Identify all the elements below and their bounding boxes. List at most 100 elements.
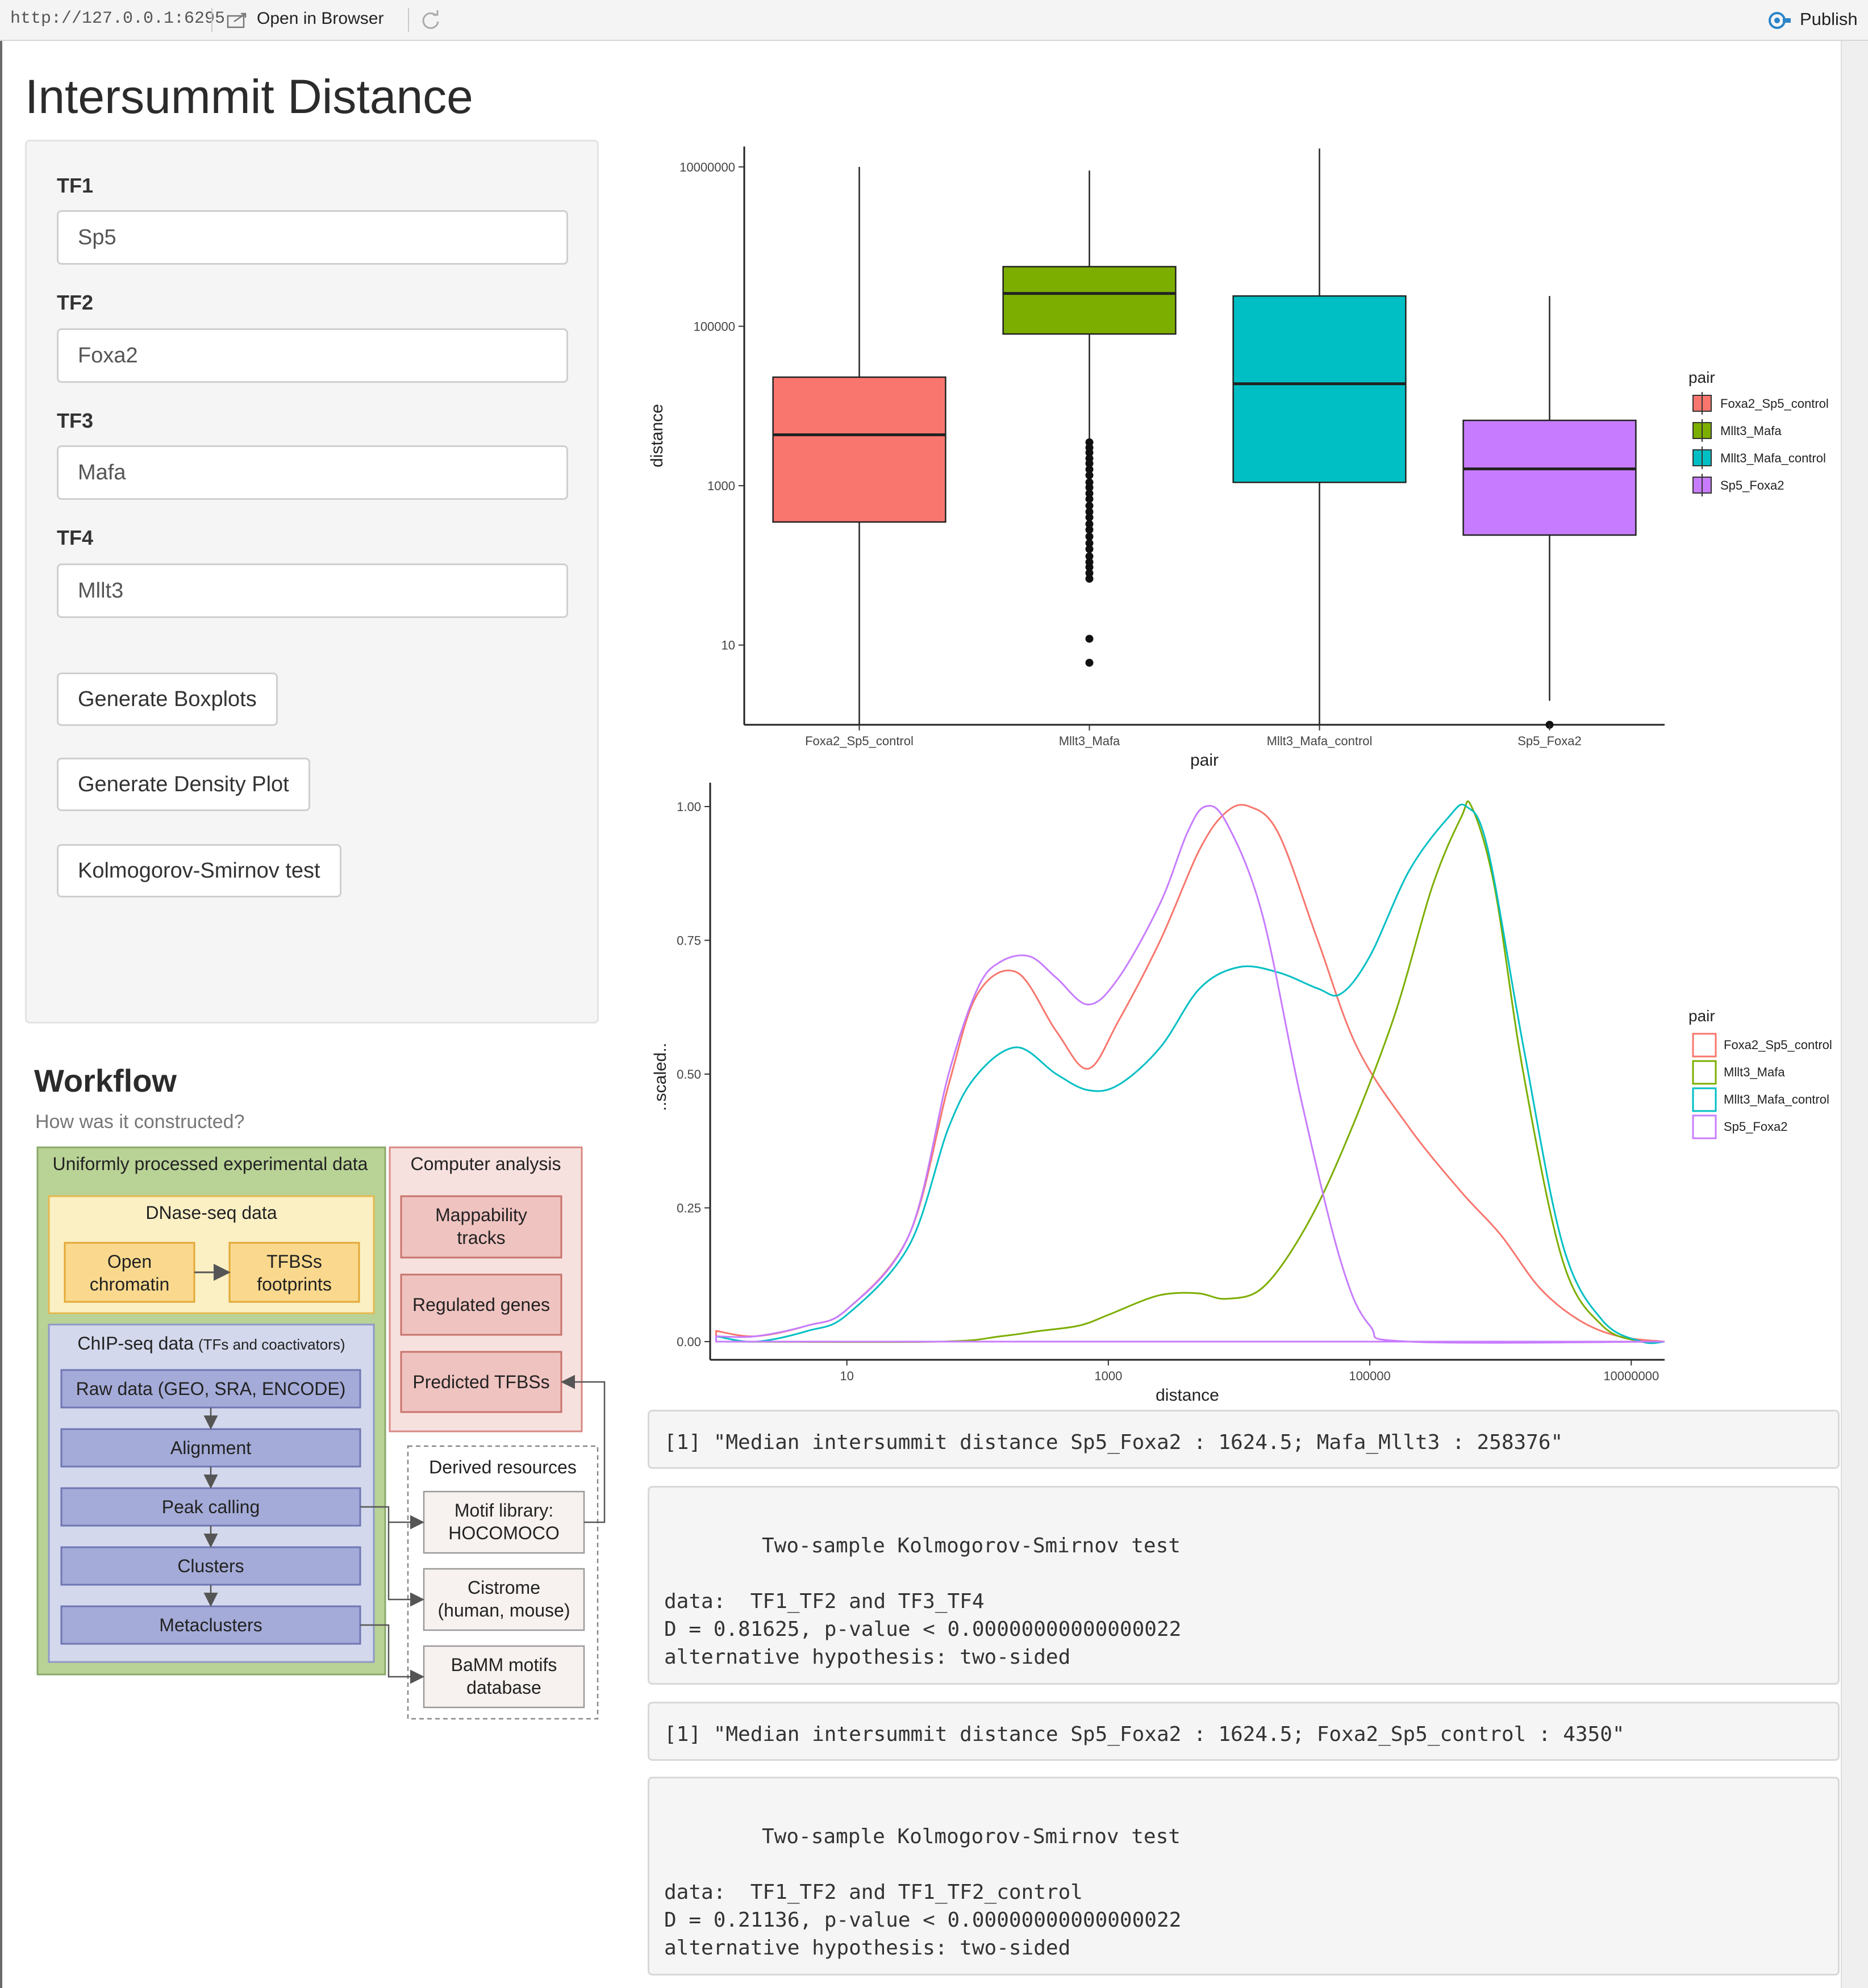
legend-key [1692,1033,1717,1058]
derived-resources-title: Derived resources [429,1457,577,1477]
y-axis-title: ..scaled.. [651,1043,670,1111]
cistrome-label: (human, mouse) [438,1600,570,1621]
url-display: http://127.0.0.1:6295 [10,9,226,28]
uniform-data-title: Uniformly processed experimental data [53,1154,368,1174]
mappability-label: tracks [457,1227,505,1248]
open-in-browser-button[interactable]: Open in Browser [257,9,383,28]
y-tick-label: 1.00 [677,800,701,814]
publish-button[interactable]: Publish [1800,9,1858,30]
open-chromatin-label: Open [107,1251,152,1272]
peak-calling-label: Peak calling [162,1497,260,1517]
outlier-point [1085,545,1094,553]
legend-title: pair [1688,369,1715,386]
workflow-subtitle: How was it constructed? [35,1111,245,1133]
y-tick-label: 10000000 [679,160,735,174]
median-output-1: [1] "Median intersummit distance Sp5_Fox… [648,1410,1840,1469]
dnase-title: DNase-seq data [145,1202,277,1223]
density-line-Sp5_Foxa2 [715,805,1665,1344]
outlier-point [1085,574,1094,583]
x-tick-label: Mllt3_Mafa_control [1267,734,1373,748]
density-line-Foxa2_Sp5_control [715,804,1665,1343]
x-tick-label: 10 [840,1369,853,1383]
ks-alt: alternative hypothesis: two-sided [664,1936,1071,1960]
tf3-label: TF3 [57,409,94,432]
x-tick-label: 10000000 [1603,1369,1659,1383]
y-tick-label: 10 [722,638,735,653]
ks-test-button[interactable]: Kolmogorov-Smirnov test [57,844,341,897]
cistrome-label: Cistrome [468,1577,540,1598]
page-title: Intersummit Distance [25,70,473,123]
ks-stat: D = 0.21136, p-value < 0.000000000000000… [664,1908,1182,1932]
density-line-Mllt3_Mafa [716,800,1665,1344]
x-tick-label: 100000 [1349,1369,1390,1383]
ks-data: data: TF1_TF2 and TF3_TF4 [664,1590,985,1613]
toolbar-divider [408,8,409,32]
density-chart: 0.00 0.25 0.50 0.75 1.00 10 1000 100000 10000000… [651,783,1832,1405]
x-tick-label: Foxa2_Sp5_control [805,734,914,748]
ks-test-output-2: Two-sample Kolmogorov-Smirnov test data: … [648,1777,1840,1976]
legend-label: Sp5_Foxa2 [1720,478,1784,492]
toolbar-divider [211,8,212,32]
raw-data-label: Raw data (GEO, SRA, ENCODE) [76,1379,346,1399]
tf4-input[interactable] [57,563,568,618]
refresh-icon[interactable] [419,9,442,32]
legend-label: Foxa2_Sp5_control [1724,1038,1832,1052]
motif-library-label: HOCOMOCO [448,1523,560,1543]
legend-label: Mllt3_Mafa [1720,424,1782,438]
bamm-label: BaMM motifs [451,1655,557,1675]
window-border [0,41,2,1988]
tfbs-footprints-label: footprints [257,1274,332,1294]
outlier-point [1085,525,1094,534]
motif-library-label: Motif library: [455,1500,553,1521]
ks-header: Two-sample Kolmogorov-Smirnov test [762,1534,1181,1557]
legend-label: Mllt3_Mafa [1724,1065,1785,1079]
median-output-2: [1] "Median intersummit distance Sp5_Fox… [648,1702,1840,1761]
density-line-Mllt3_Mafa_control [715,803,1665,1344]
y-tick-label: 1000 [707,479,735,493]
y-axis-title: distance [648,404,666,467]
y-tick-label: 0.75 [677,934,701,948]
x-axis-title: distance [1156,1386,1219,1405]
open-in-browser-icon[interactable] [226,11,249,30]
alignment-label: Alignment [170,1438,251,1458]
x-axis-title: pair [1190,751,1219,770]
publish-icon[interactable] [1766,10,1792,31]
legend-key [1692,1060,1717,1085]
ks-header: Two-sample Kolmogorov-Smirnov test [762,1825,1181,1848]
clusters-label: Clusters [177,1556,244,1576]
tf3-input[interactable] [57,445,568,500]
generate-boxplots-button[interactable]: Generate Boxplots [57,673,278,726]
x-tick-label: Sp5_Foxa2 [1517,734,1582,748]
ks-alt: alternative hypothesis: two-sided [664,1645,1071,1669]
tfbs-footprints-label: TFBSs [266,1251,322,1272]
box-Mllt3_Mafa [1002,266,1177,335]
legend-label: Foxa2_Sp5_control [1720,396,1829,411]
tf2-input[interactable] [57,328,568,383]
boxplot-chart: 10 1000 100000 10000000 Foxa2_Sp5_control Mll… [648,147,1829,770]
metaclusters-label: Metaclusters [159,1615,262,1635]
legend-title: pair [1688,1007,1715,1025]
tf1-input[interactable] [57,210,568,265]
tf1-label: TF1 [57,174,94,197]
generate-density-plot-button[interactable]: Generate Density Plot [57,758,310,811]
outlier-point [1085,634,1094,643]
x-tick-label: Mllt3_Mafa [1059,734,1120,748]
box-Foxa2_Sp5_control [772,376,946,523]
tf2-label: TF2 [57,291,94,314]
bamm-label: database [466,1677,541,1698]
predicted-tfbs-label: Predicted TFBSs [412,1372,549,1392]
outlier-point [1085,658,1094,667]
box-Sp5_Foxa2 [1462,419,1637,536]
ks-data: data: TF1_TF2 and TF1_TF2_control [664,1881,1083,1904]
y-tick-label: 100000 [694,319,735,333]
open-chromatin-label: chromatin [90,1274,170,1294]
y-tick-label: 0.50 [677,1067,701,1081]
regulated-genes-label: Regulated genes [412,1294,550,1315]
workflow-diagram: Uniformly processed experimental data DN… [36,1146,606,1720]
legend-label: Mllt3_Mafa_control [1724,1092,1829,1106]
mappability-label: Mappability [435,1205,527,1225]
y-tick-label: 0.25 [677,1201,701,1216]
chip-seq-title: ChIP-seq data (TFs and coactivators) [77,1333,345,1354]
box-Mllt3_Mafa_control [1232,295,1407,483]
y-tick-label: 0.00 [677,1335,701,1349]
